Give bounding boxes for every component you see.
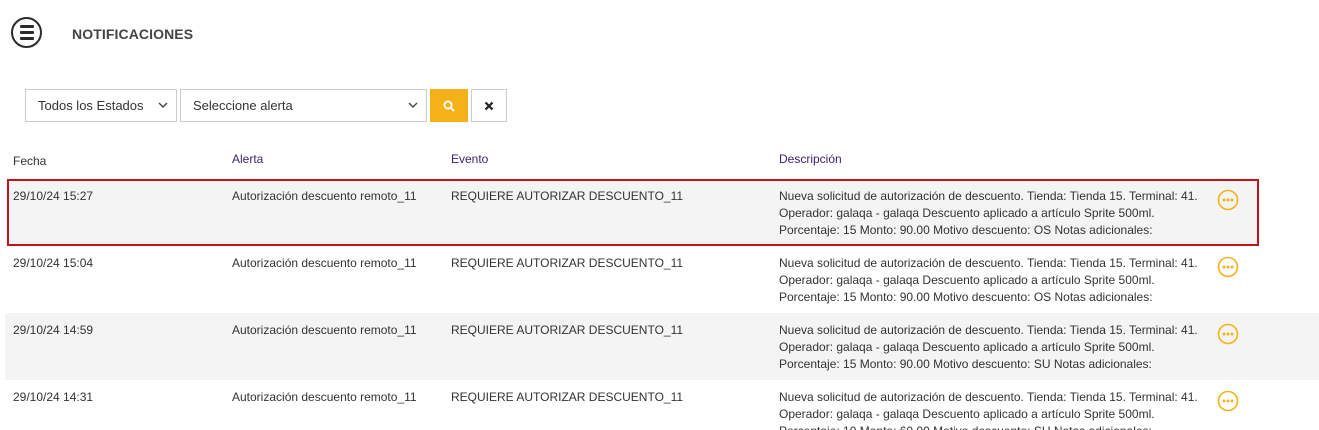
column-header-fecha[interactable]: Fecha [13,154,46,168]
table-row[interactable]: 29/10/24 14:31 Autorización descuento re… [5,380,1319,430]
cell-evento: REQUIERE AUTORIZAR DESCUENTO_11 [451,390,684,404]
more-options-icon[interactable] [1217,189,1239,211]
search-icon [443,100,455,112]
more-options-icon[interactable] [1217,390,1239,412]
close-icon [484,101,494,110]
more-options-icon[interactable] [1217,323,1239,345]
menu-button[interactable] [11,17,42,48]
hamburger-menu-icon [19,25,34,28]
page-title: NOTIFICACIONES [72,26,194,42]
cell-descripcion: Nueva solicitud de autorización de descu… [779,323,1198,371]
estado-select-value: Todos los Estados [38,98,144,113]
cell-evento: REQUIERE AUTORIZAR DESCUENTO_11 [451,189,684,203]
cell-fecha: 29/10/24 15:27 [13,189,94,203]
chevron-down-icon [408,102,418,108]
cell-fecha: 29/10/24 15:04 [13,256,94,270]
alerta-select-value: Seleccione alerta [193,98,293,113]
search-button[interactable] [430,89,468,122]
column-header-evento[interactable]: Evento [451,152,488,166]
cell-descripcion: Nueva solicitud de autorización de descu… [779,256,1198,304]
cell-alerta: Autorización descuento remoto_11 [232,189,417,203]
chevron-down-icon [158,102,168,108]
column-header-alerta[interactable]: Alerta [232,152,263,166]
clear-filters-button[interactable] [471,89,507,122]
column-header-descripcion[interactable]: Descripción [779,152,842,166]
table-row[interactable]: 29/10/24 14:59 Autorización descuento re… [5,313,1319,380]
alerta-select[interactable]: Seleccione alerta [180,89,427,122]
cell-descripcion: Nueva solicitud de autorización de descu… [779,189,1198,237]
table-row[interactable]: 29/10/24 15:27 Autorización descuento re… [7,179,1259,246]
cell-evento: REQUIERE AUTORIZAR DESCUENTO_11 [451,323,684,337]
table-row[interactable]: 29/10/24 15:04 Autorización descuento re… [5,246,1319,313]
cell-fecha: 29/10/24 14:31 [13,390,94,404]
cell-alerta: Autorización descuento remoto_11 [232,256,417,270]
estado-select[interactable]: Todos los Estados [25,89,177,122]
cell-alerta: Autorización descuento remoto_11 [232,323,417,337]
cell-alerta: Autorización descuento remoto_11 [232,390,417,404]
more-options-icon[interactable] [1217,256,1239,278]
cell-fecha: 29/10/24 14:59 [13,323,94,337]
cell-evento: REQUIERE AUTORIZAR DESCUENTO_11 [451,256,684,270]
cell-descripcion: Nueva solicitud de autorización de descu… [779,390,1198,430]
